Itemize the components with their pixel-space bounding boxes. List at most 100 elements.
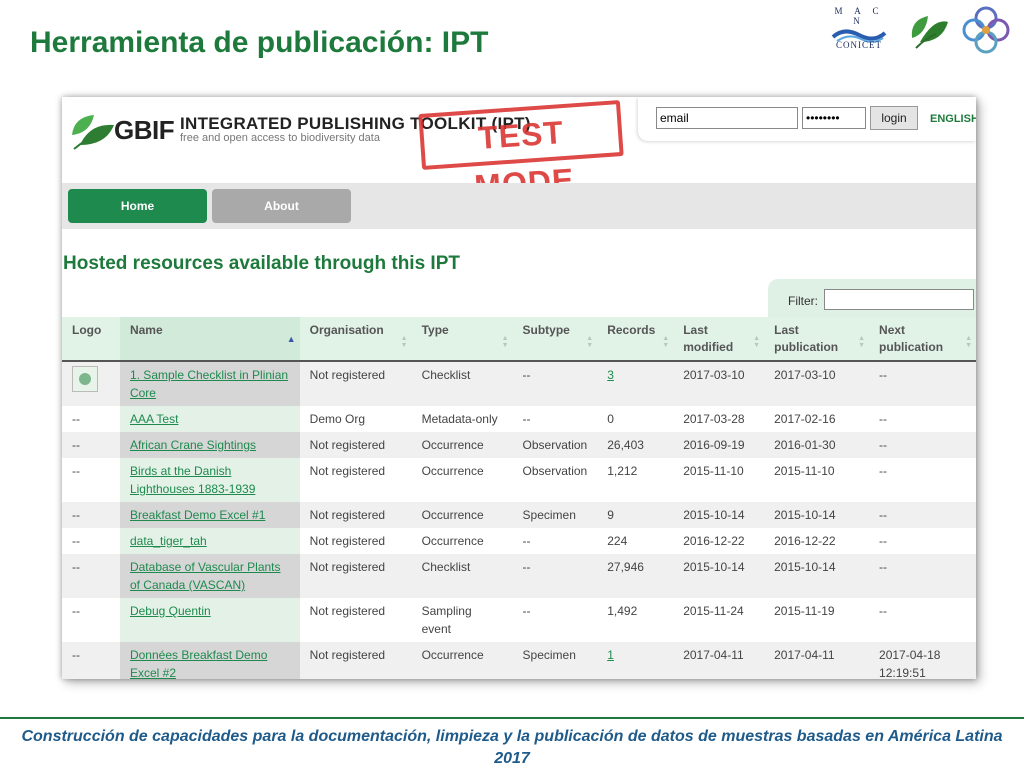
column-header-last-publication[interactable]: Last publication ▲ ▼ <box>764 317 870 362</box>
table-row: -- Database of Vascular Plants of Canada … <box>62 554 976 598</box>
sort-icon[interactable]: ▲ ▼ <box>662 335 669 349</box>
table-row: -- AAA Test Demo Org Metadata-only -- 0 2017-0… <box>62 406 976 432</box>
column-header-label: Name <box>129 323 163 337</box>
cell-records: 1,212 <box>597 458 674 502</box>
cell-records: 1,492 <box>597 598 674 642</box>
cell-org: Not registered <box>299 361 412 406</box>
test-mode-stamp: TEST MODE <box>418 100 624 204</box>
cell-published: 2017-04-11 <box>764 642 870 679</box>
gbif-leaf-icon <box>72 115 114 150</box>
cell-records: 224 <box>597 528 674 554</box>
cell-published: 2015-10-14 <box>764 502 870 528</box>
cell-modified: 2017-04-11 <box>673 642 765 679</box>
resource-link[interactable]: Database of Vascular Plants of Canada (V… <box>130 560 281 592</box>
table-row: -- data_tiger_tah Not registered Occurrence… <box>62 528 976 554</box>
cell-logo: -- <box>62 458 120 502</box>
nav-home-button[interactable]: Home <box>68 189 207 223</box>
cell-modified: 2017-03-28 <box>673 406 765 432</box>
sort-icon[interactable]: ▲ ▼ <box>965 335 972 349</box>
cell-published: 2015-10-14 <box>764 554 870 598</box>
sort-icon[interactable]: ▲ ▼ <box>858 335 865 349</box>
cell-name: Birds at the Danish Lighthouses 1883-193… <box>119 458 300 502</box>
filter-label: Filter: <box>788 294 818 308</box>
password-field[interactable] <box>802 107 866 129</box>
resource-link[interactable]: data_tiger_tah <box>130 534 207 548</box>
resource-link[interactable]: Debug Quentin <box>130 604 211 618</box>
resource-link[interactable]: 1. Sample Checklist in Plinian Core <box>130 368 288 400</box>
column-header-last-modified[interactable]: Last modified ▲ ▼ <box>673 317 765 362</box>
cell-org: Not registered <box>299 554 412 598</box>
cell-subtype: -- <box>512 598 598 642</box>
language-selector[interactable]: ENGLISH <box>930 113 976 125</box>
cell-type: Metadata-only <box>411 406 513 432</box>
cell-published: 2016-12-22 <box>764 528 870 554</box>
cell-org: Not registered <box>299 528 412 554</box>
column-header-logo[interactable]: Logo <box>62 317 120 362</box>
cell-org: Not registered <box>299 432 412 458</box>
cell-type: Checklist <box>411 554 513 598</box>
cell-published: 2015-11-10 <box>764 458 870 502</box>
cell-modified: 2015-11-24 <box>673 598 765 642</box>
resource-link[interactable]: Birds at the Danish Lighthouses 1883-193… <box>130 464 255 496</box>
cell-subtype: -- <box>512 361 598 406</box>
macn-conicet-logo: M A C N CONICET <box>826 4 892 52</box>
cell-modified: 2016-12-22 <box>673 528 765 554</box>
column-header-type[interactable]: Type ▲ ▼ <box>411 317 513 362</box>
sort-ascending-icon[interactable]: ▲ <box>287 331 296 348</box>
cell-next: -- <box>869 432 976 458</box>
cell-modified: 2015-11-10 <box>673 458 765 502</box>
column-header-name[interactable]: Name ▲ <box>119 317 300 362</box>
cell-published: 2016-01-30 <box>764 432 870 458</box>
records-link[interactable]: 1 <box>607 648 614 662</box>
cell-logo: -- <box>62 642 120 679</box>
column-header-label: Records <box>607 323 656 337</box>
cell-records: 26,403 <box>597 432 674 458</box>
resource-link[interactable]: Données Breakfast Demo Excel #2 <box>130 648 267 679</box>
cell-records: 1 <box>597 642 674 679</box>
column-header-records[interactable]: Records ▲ ▼ <box>597 317 674 362</box>
sort-icon[interactable]: ▲ ▼ <box>753 335 760 349</box>
column-header-subtype[interactable]: Subtype ▲ ▼ <box>512 317 598 362</box>
records-link[interactable]: 3 <box>607 368 614 382</box>
sort-icon[interactable]: ▲ ▼ <box>586 335 593 349</box>
table-row: 1. Sample Checklist in Plinian Core Not r… <box>62 361 976 406</box>
ipt-screenshot: GBIF INTEGRATED PUBLISHING TOOLKIT (IPT)… <box>62 97 976 679</box>
resource-logo-icon <box>72 366 98 392</box>
sort-icon[interactable]: ▲ ▼ <box>502 335 509 349</box>
cell-subtype: Observation <box>512 432 598 458</box>
cell-name: data_tiger_tah <box>119 528 300 554</box>
resource-link[interactable]: African Crane Sightings <box>130 438 256 452</box>
cell-logo <box>62 361 120 406</box>
cell-next: -- <box>869 361 976 406</box>
email-field[interactable] <box>656 107 798 129</box>
table-header-row: Logo Name ▲ Organisation ▲ ▼ Type ▲ ▼ Subtype ▲ ▼ Re… <box>62 317 976 362</box>
footer-text: Construcción de capacidades para la docu… <box>21 728 1003 767</box>
table-body: 1. Sample Checklist in Plinian Core Not r… <box>62 361 976 679</box>
cell-org: Not registered <box>299 502 412 528</box>
cell-next: -- <box>869 528 976 554</box>
cell-logo: -- <box>62 528 120 554</box>
cell-records: 3 <box>597 361 674 406</box>
column-header-next-publication[interactable]: Next publication ▲ ▼ <box>869 317 976 362</box>
filter-panel: Filter: <box>768 279 976 319</box>
cell-modified: 2015-10-14 <box>673 554 765 598</box>
column-header-organisation[interactable]: Organisation ▲ ▼ <box>299 317 412 362</box>
cell-modified: 2016-09-19 <box>673 432 765 458</box>
cell-published: 2017-03-10 <box>764 361 870 406</box>
slide-title: Herramienta de publicación: IPT <box>30 26 489 59</box>
filter-input[interactable] <box>824 289 974 310</box>
cell-next: -- <box>869 598 976 642</box>
cell-subtype: -- <box>512 528 598 554</box>
cell-org: Demo Org <box>299 406 412 432</box>
cell-next: -- <box>869 554 976 598</box>
column-header-label: Organisation <box>309 323 384 337</box>
cell-logo: -- <box>62 554 120 598</box>
column-header-label: Type <box>421 323 449 337</box>
cell-next: -- <box>869 502 976 528</box>
sort-icon[interactable]: ▲ ▼ <box>401 335 408 349</box>
login-button[interactable]: login <box>870 106 918 130</box>
resource-link[interactable]: AAA Test <box>130 412 178 426</box>
nav-about-button[interactable]: About <box>212 189 351 223</box>
resource-link[interactable]: Breakfast Demo Excel #1 <box>130 508 265 522</box>
cell-records: 27,946 <box>597 554 674 598</box>
